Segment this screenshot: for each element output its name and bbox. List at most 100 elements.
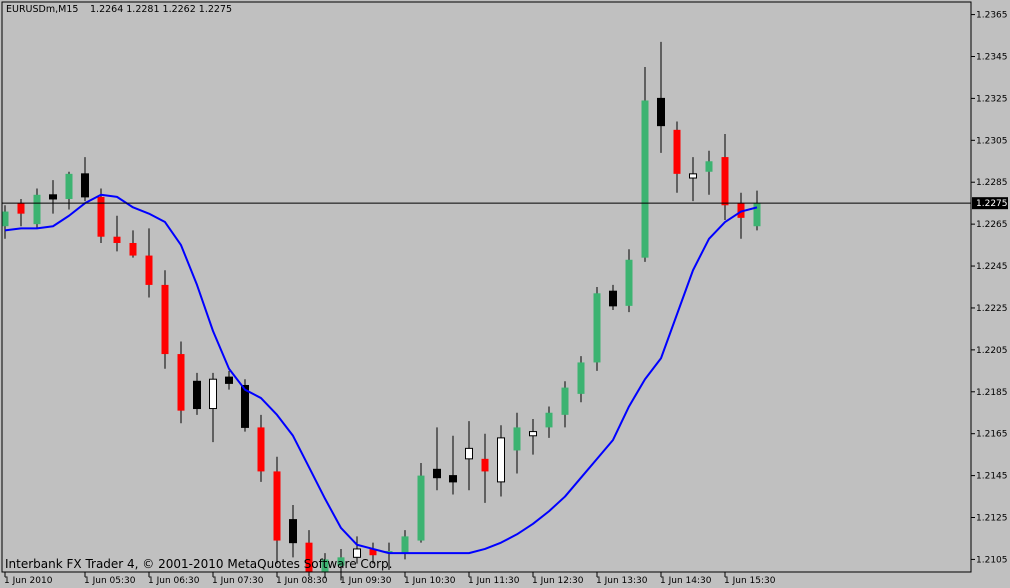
x-tick-label: 1 Jun 06:30 [148,576,200,586]
candle-body [561,387,569,415]
candle-body [497,437,505,483]
y-tick-label: 1.2285 [976,178,1008,188]
candle [561,381,569,428]
candle [1,205,9,239]
symbol-label: EURUSDm,M15 [6,4,78,15]
y-tick-label: 1.2225 [976,304,1008,314]
candle [673,121,681,193]
x-tick-label: 1 Jun 15:30 [724,576,776,586]
candle [225,370,233,390]
x-tick-label: 1 Jun 2010 [4,576,53,586]
y-tick-label: 1.2305 [976,136,1008,146]
candle [689,157,697,202]
candle [737,192,745,239]
y-tick-label: 1.2245 [976,262,1008,272]
x-tick-label: 1 Jun 10:30 [404,576,456,586]
candle-body [689,173,697,179]
y-tick-label: 1.2365 [976,11,1008,21]
candle [113,215,121,252]
candle-body [465,447,473,460]
x-tick-label: 1 Jun 09:30 [340,576,392,586]
candle-body [641,100,649,258]
candle-body [673,129,681,174]
candle [705,150,713,195]
y-tick-label: 1.2205 [976,346,1008,356]
candle-body [481,458,489,472]
candle [417,463,425,543]
candle-body [529,431,537,437]
x-tick-label: 1 Jun 07:30 [212,576,264,586]
x-tick-label: 1 Jun 13:30 [596,576,648,586]
y-tick-label: 1.2105 [976,555,1008,565]
candle [657,41,665,153]
candle-body [65,173,73,199]
x-tick-label: 1 Jun 14:30 [660,576,712,586]
candle-body [449,475,457,483]
current-price-label: 1.2275 [976,199,1008,209]
candle [497,425,505,497]
candle-body [609,290,617,307]
candle-body [145,255,153,285]
y-tick-label: 1.2345 [976,52,1008,62]
axis-layer: 1.2365 1.2345 1.2325 1.2305 1.2285 1.2265 1.22… [1,1,1008,586]
candle [593,287,601,371]
candle-body [17,203,25,214]
plot-frame [1,1,972,573]
candle [481,433,489,503]
candle-body [209,378,217,410]
candle-body [81,173,89,198]
candle-body [657,97,665,127]
candle [209,372,217,443]
candles-layer [1,41,761,581]
candle-body [545,412,553,428]
candle-body [593,293,601,363]
x-tick-label: 1 Jun 08:30 [276,576,328,586]
candle-body [113,236,121,243]
y-tick-label: 1.2185 [976,388,1008,398]
y-tick-label: 1.2165 [976,430,1008,440]
candle [177,341,185,424]
x-tick-label: 1 Jun 05:30 [84,576,136,586]
candle [273,456,281,564]
candle [401,530,409,560]
candle-body [33,194,41,225]
candle-body [289,519,297,544]
y-tick-label: 1.2265 [976,220,1008,230]
candle [81,157,89,202]
candle [641,66,649,262]
candle [129,230,137,258]
candle [257,414,265,482]
candle-body [49,194,57,200]
candle [65,171,73,210]
candle [721,134,729,220]
candle [145,228,153,298]
candle-body [129,242,137,256]
candle [449,435,457,495]
candle-body [225,376,233,384]
chart-window[interactable]: 1.2365 1.2345 1.2325 1.2305 1.2285 1.2265 1.22… [0,0,1010,588]
candle [545,406,553,438]
candlestick-chart[interactable]: 1.2365 1.2345 1.2325 1.2305 1.2285 1.2265 1.22… [0,0,1010,588]
y-tick-label: 1.2145 [976,472,1008,482]
candle [577,356,585,403]
candle-body [273,471,281,541]
candle [289,504,297,558]
candle [529,419,537,455]
x-tick-label: 1 Jun 12:30 [532,576,584,586]
candle [513,412,521,474]
candle [49,180,57,214]
candle-body [721,157,729,206]
ohlc-label: 1.2264 1.2281 1.2262 1.2275 [90,4,232,15]
candle-body [1,211,9,227]
candle-body [433,468,441,479]
candle-body [417,475,425,541]
candle [625,249,633,313]
candle-body [625,259,633,306]
candle-body [193,380,201,410]
candle-body [705,161,713,172]
candle-body [161,284,169,355]
candle [753,190,761,231]
candle-body [177,354,185,411]
candle-body [753,203,761,227]
y-tick-label: 1.2325 [976,94,1008,104]
